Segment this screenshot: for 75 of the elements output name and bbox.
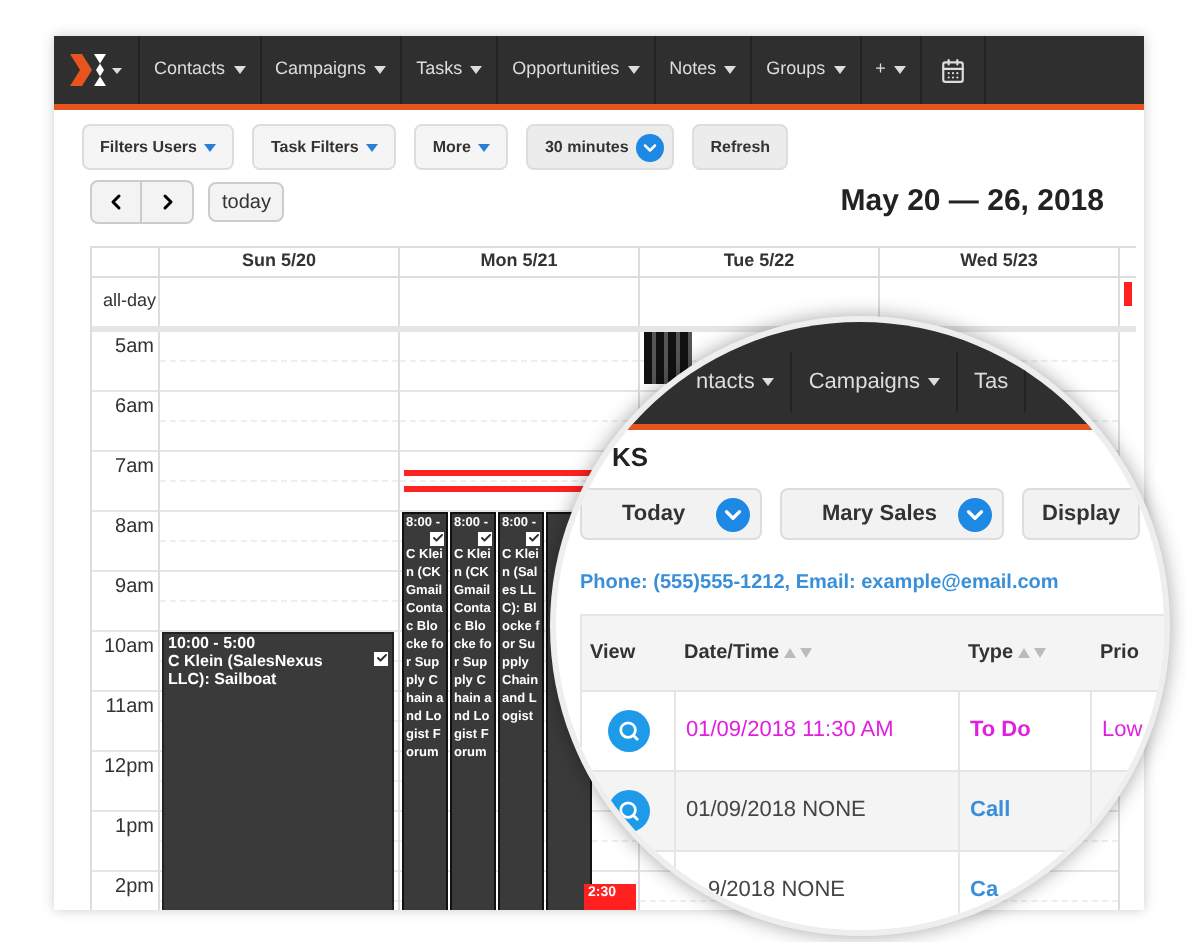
priority-cell-text: Low — [1102, 716, 1143, 747]
calendar-icon[interactable] — [939, 57, 966, 83]
nav-menu-item[interactable]: Contacts — [140, 36, 262, 104]
filter-select[interactable]: Mary Sales — [780, 488, 1004, 540]
hour-label: 1pm — [115, 815, 154, 841]
search-icon[interactable] — [607, 710, 649, 752]
column-header[interactable]: Type — [960, 616, 1092, 690]
caret-icon — [762, 378, 775, 386]
hour-label: 6am — [115, 395, 154, 421]
type-cell-text: To Do — [970, 716, 1031, 747]
hour-label: 5am — [115, 335, 154, 361]
caret-icon — [478, 143, 491, 151]
hour-label: 11am — [105, 695, 154, 721]
caret-icon — [204, 143, 217, 151]
type-cell-text: Call — [970, 796, 1011, 827]
caret-icon — [374, 66, 387, 74]
nav-menu-item[interactable]: Campaigns — [261, 36, 403, 104]
date-cell-text: 01/09/2018 NONE — [686, 796, 866, 827]
hour-label: 9am — [115, 575, 154, 601]
filter-menu-button[interactable]: Task Filters — [252, 124, 397, 170]
nav-menu-item[interactable]: Notes — [655, 36, 753, 104]
caret-icon — [928, 378, 940, 386]
event-block — [1124, 281, 1132, 305]
checkbox-icon — [478, 531, 492, 545]
date-range-title: May 20 — 26, 2018 — [840, 182, 1104, 222]
date-cell-text: 01/09/2018 11:30 AM — [686, 716, 894, 747]
hour-label: 12pm — [103, 755, 154, 781]
caret-icon — [724, 66, 737, 74]
checkbox-icon — [526, 531, 540, 545]
checkbox-icon — [374, 651, 388, 665]
event-time: 10:00 - 5:00 — [168, 633, 256, 651]
interval-select[interactable]: 30 minutes — [526, 124, 675, 170]
event-title: C Klein (SalesNexus LLC): Sailboat — [168, 651, 325, 687]
hour-label: 7am — [115, 455, 154, 481]
caret-icon — [470, 66, 483, 74]
hour-label: 2pm — [115, 875, 154, 901]
event-block[interactable] — [644, 331, 692, 383]
display-button[interactable]: Display — [1022, 488, 1141, 540]
nav-menu-item[interactable]: Tasks — [402, 36, 499, 104]
filter-menu-button[interactable]: Filters Users — [82, 124, 235, 170]
nav-menu-item[interactable]: + — [861, 36, 922, 104]
filter-menu-button[interactable]: More — [414, 124, 509, 170]
nav-menu-item[interactable]: Groups — [752, 36, 862, 104]
today-button[interactable]: today — [208, 182, 285, 223]
hour-label: 10am — [103, 635, 154, 661]
chevron-down-icon — [958, 497, 992, 531]
caret-icon — [233, 66, 246, 74]
nav-menu-item[interactable]: Tas — [958, 352, 1027, 412]
refresh-button[interactable]: Refresh — [692, 124, 789, 170]
nav-menu-item[interactable]: Campaigns — [792, 352, 958, 412]
day-header: Mon 5/21 — [480, 247, 558, 274]
column-header[interactable]: View — [582, 616, 676, 690]
caret-icon — [893, 66, 906, 74]
chevron-down-icon — [636, 133, 665, 161]
column-header[interactable]: Date/Time — [676, 616, 960, 690]
caret-icon — [833, 66, 846, 74]
type-cell-text: Ca — [970, 876, 999, 907]
all-day-label: all-day — [102, 287, 156, 314]
hour-label: 8am — [115, 515, 154, 541]
caret-icon — [366, 143, 379, 151]
contact-info: Phone: (555)555-1212, Email: example@email.com — [580, 572, 1059, 594]
checkbox-icon — [430, 531, 444, 545]
column-header[interactable]: Prio — [1092, 616, 1164, 690]
event-block[interactable]: 10:00 - 5:00 C Klein (SalesNexus LLC): Sailboat — [162, 631, 394, 910]
caret-icon — [627, 66, 640, 74]
chevron-down-icon — [716, 497, 750, 531]
section-heading: KS — [612, 442, 649, 472]
nav-menu-item[interactable]: Opportunities — [498, 36, 656, 104]
day-header: Tue 5/22 — [723, 247, 795, 274]
date-cell-text: 9/2018 NONE — [708, 876, 845, 907]
filter-select[interactable]: Today — [580, 488, 762, 540]
day-header: Wed 5/23 — [960, 247, 1038, 274]
logo-icon[interactable] — [70, 54, 122, 86]
nav-menu-item[interactable]: ntacts — [680, 352, 793, 412]
day-header: Sun 5/20 — [241, 247, 316, 274]
